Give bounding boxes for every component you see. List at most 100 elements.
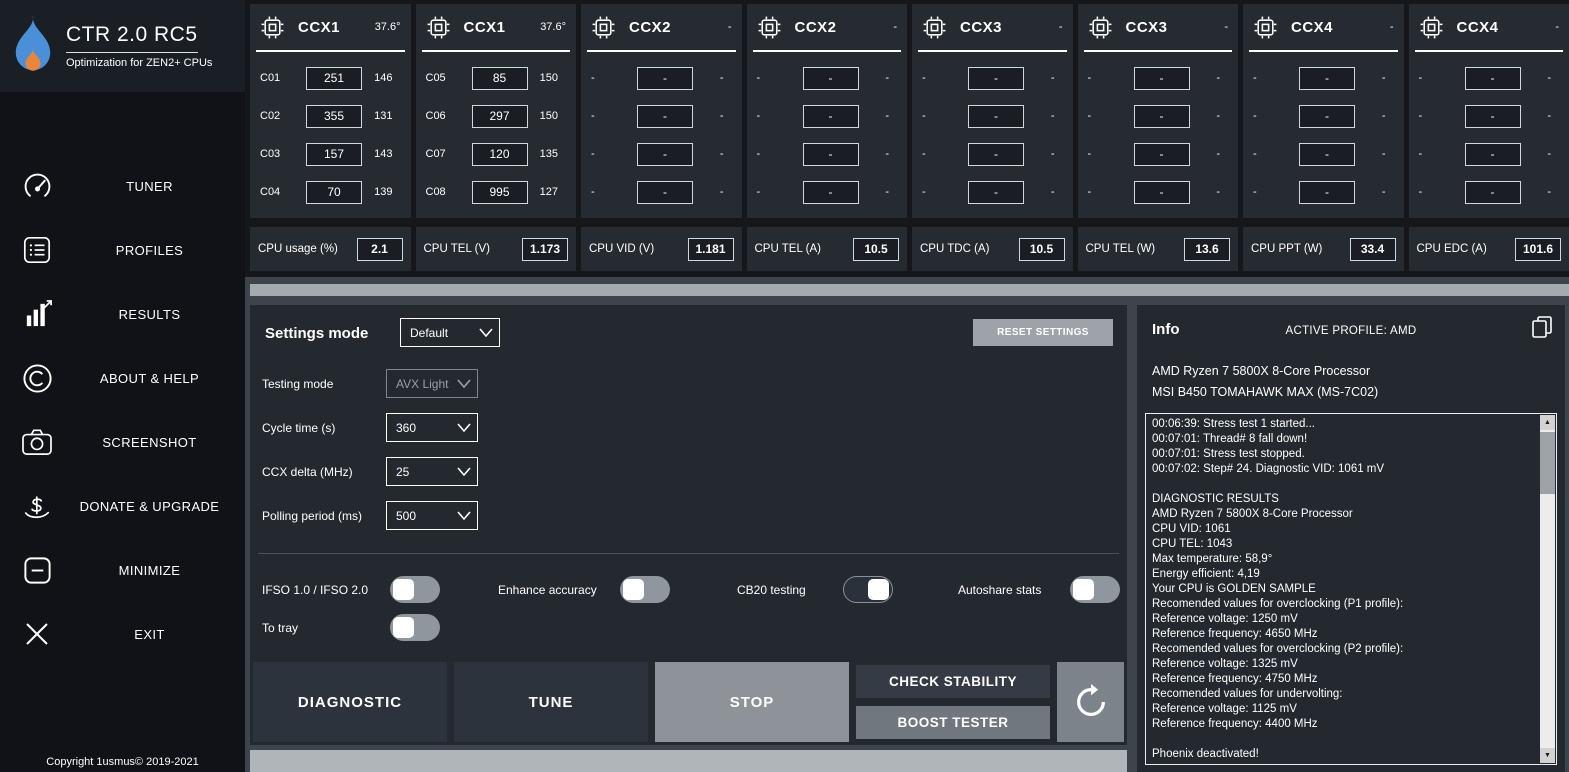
scrollbar-thumb[interactable]: [1540, 432, 1555, 494]
log-line: Your CPU is GOLDEN SAMPLE: [1152, 583, 1316, 595]
cycle-time-dropdown[interactable]: 360: [386, 413, 478, 442]
core-row: - - -: [747, 135, 908, 173]
settings-mode-value: Default: [410, 325, 449, 340]
ccx-delta-dropdown[interactable]: 25: [386, 457, 478, 486]
core-value-box[interactable]: 297: [471, 104, 528, 128]
core-value-box[interactable]: -: [1133, 142, 1190, 166]
core-value-box[interactable]: -: [968, 180, 1024, 204]
core-row: C08 995 127: [416, 173, 577, 211]
core-value-box[interactable]: -: [802, 66, 859, 90]
core-right-value: 150: [539, 72, 558, 84]
sidebar-item-donate[interactable]: DONATE & UPGRADE: [0, 474, 245, 538]
ccx-panel: CCX1 37.6° C01 251 146 C02 355 131 C03 1…: [250, 4, 411, 218]
core-label: -: [756, 148, 761, 160]
cpu-chip-icon: [592, 16, 615, 38]
core-value-box[interactable]: -: [802, 142, 859, 166]
core-value-box[interactable]: -: [1464, 66, 1521, 90]
core-value-box[interactable]: -: [1299, 104, 1355, 128]
sidebar-item-exit[interactable]: EXIT: [0, 602, 245, 666]
log-line: Recomended values for overclocking (P1 p…: [1152, 598, 1404, 610]
core-value-box[interactable]: 251: [306, 66, 362, 90]
sidebar-item-screenshot[interactable]: SCREENSHOT: [0, 410, 245, 474]
core-right-value: -: [1547, 110, 1551, 122]
core-value-box[interactable]: 157: [306, 142, 362, 166]
log-line: 00:07:01: Stress test stopped.: [1152, 448, 1305, 460]
tune-button[interactable]: TUNE: [454, 662, 648, 742]
core-value-box[interactable]: -: [1464, 180, 1521, 204]
toggle-switch[interactable]: [390, 614, 440, 641]
core-value-box[interactable]: -: [637, 66, 693, 90]
copy-log-button[interactable]: [1531, 315, 1553, 344]
boost-tester-button[interactable]: BOOST TESTER: [856, 706, 1050, 739]
core-value-box[interactable]: -: [1464, 142, 1521, 166]
core-value-box[interactable]: -: [802, 180, 859, 204]
arrow-down-icon: ▼: [1544, 752, 1551, 759]
core-value-box[interactable]: -: [1464, 104, 1521, 128]
log-line: Reference voltage: 1325 mV: [1152, 658, 1298, 670]
core-value-box[interactable]: -: [1133, 104, 1190, 128]
core-right-value: -: [1381, 186, 1386, 198]
core-value-box[interactable]: -: [968, 104, 1024, 128]
core-value-box[interactable]: 85: [471, 66, 528, 90]
core-value-box[interactable]: 70: [306, 180, 362, 204]
stop-button[interactable]: STOP: [655, 662, 849, 742]
sidebar-item-results[interactable]: RESULTS: [0, 282, 245, 346]
toggle-knob: [393, 579, 414, 600]
sidebar-item-tuner[interactable]: TUNER: [0, 154, 245, 218]
sidebar-item-profiles[interactable]: PROFILES: [0, 218, 245, 282]
sidebar-item-about[interactable]: ABOUT & HELP: [0, 346, 245, 410]
core-right-value: -: [1050, 186, 1055, 198]
toggle-switch[interactable]: [1070, 576, 1120, 603]
log-line: Energy efficient: 4,19: [1152, 568, 1260, 580]
ccx-rows: - - - - - - - - - - - -: [1409, 52, 1569, 211]
log-line: Reference voltage: 1125 mV: [1152, 703, 1297, 715]
toggle-knob: [623, 579, 644, 600]
testing-mode-dropdown[interactable]: AVX Light: [386, 369, 478, 398]
core-value-box[interactable]: -: [968, 142, 1024, 166]
log-scrollbar[interactable]: ▲ ▼: [1540, 415, 1555, 763]
scroll-down-button[interactable]: ▼: [1540, 748, 1555, 763]
core-right-value: -: [885, 72, 889, 84]
sidebar-item-minimize[interactable]: MINIMIZE: [0, 538, 245, 602]
core-value-box[interactable]: 355: [306, 104, 362, 128]
core-value-box[interactable]: -: [1133, 180, 1190, 204]
core-value-box[interactable]: -: [637, 142, 693, 166]
core-row: - - -: [1409, 59, 1569, 97]
stat-value-box: 10.5: [853, 237, 899, 261]
core-value-box[interactable]: -: [1299, 142, 1355, 166]
core-label: C01: [260, 72, 281, 84]
stat-label: CPU TDC (A): [920, 243, 990, 255]
scroll-up-button[interactable]: ▲: [1540, 415, 1555, 430]
ccx-temperature: -: [893, 21, 897, 33]
core-row: - - -: [581, 135, 742, 173]
ccx-header: CCX1 37.6°: [250, 4, 411, 50]
core-value-box[interactable]: 120: [471, 142, 528, 166]
core-value-box[interactable]: -: [637, 104, 693, 128]
reset-settings-button[interactable]: RESET SETTINGS: [973, 319, 1113, 346]
core-row: - - -: [1078, 173, 1239, 211]
app-title-block: CTR 2.0 RC5 Optimization for ZEN2+ CPUs: [66, 23, 212, 69]
cpu-chip-icon: [758, 16, 780, 38]
copyright-text: Copyright 1usmus© 2019-2021: [46, 756, 199, 768]
polling-period-dropdown[interactable]: 500: [386, 501, 478, 530]
core-label: C03: [260, 148, 281, 160]
toggle-label: CB20 testing: [737, 583, 806, 597]
core-value-box[interactable]: 995: [471, 180, 528, 204]
refresh-button[interactable]: [1057, 662, 1124, 742]
check-stability-button[interactable]: CHECK STABILITY: [856, 665, 1050, 698]
toggle-switch[interactable]: [843, 576, 893, 603]
core-value-box[interactable]: -: [1299, 180, 1355, 204]
core-value-box[interactable]: -: [637, 180, 693, 204]
core-label: -: [591, 72, 595, 84]
core-value-box[interactable]: -: [1299, 66, 1355, 90]
log-line: Recomended values for overclocking (P2 p…: [1152, 643, 1404, 655]
core-value-box[interactable]: -: [802, 104, 859, 128]
toggle-switch[interactable]: [390, 576, 440, 603]
log-line: CPU VID: 1061: [1152, 523, 1231, 535]
diagnostic-button[interactable]: DIAGNOSTIC: [253, 662, 447, 742]
core-value-box[interactable]: -: [968, 66, 1024, 90]
core-value-box[interactable]: -: [1133, 66, 1190, 90]
sidebar-item-label: EXIT: [134, 626, 165, 642]
settings-mode-dropdown[interactable]: Default: [400, 318, 500, 347]
toggle-switch[interactable]: [620, 576, 670, 603]
